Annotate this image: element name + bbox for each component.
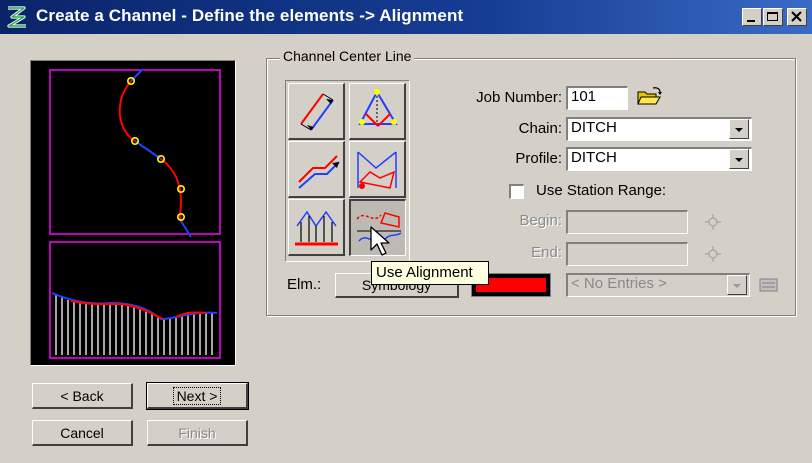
job-number-field[interactable]: 101 (566, 86, 628, 110)
settings-grid-icon[interactable] (758, 276, 780, 294)
back-button[interactable]: < Back (32, 383, 133, 409)
app-logo-icon (7, 6, 26, 28)
end-label: End: (531, 244, 562, 261)
end-target-icon[interactable] (702, 244, 724, 264)
tooltip-use-alignment: Use Alignment (371, 261, 489, 285)
parallel-path-icon (298, 155, 340, 189)
tool-offset-line-button[interactable] (288, 83, 345, 140)
profile-dropdown-arrow[interactable] (729, 149, 749, 169)
entries-dropdown-arrow[interactable] (727, 275, 747, 295)
back-button-label: < Back (60, 388, 104, 404)
use-station-range-checkbox[interactable] (509, 184, 524, 199)
entries-dropdown[interactable]: < No Entries > (566, 273, 750, 297)
tool-parallel-path-button[interactable] (288, 141, 345, 198)
next-button-label: Next > (172, 387, 222, 405)
close-button[interactable] (787, 8, 807, 26)
begin-field[interactable] (566, 210, 688, 234)
chain-dropdown-arrow[interactable] (729, 119, 749, 139)
maximize-icon (767, 12, 778, 21)
chevron-down-icon (735, 128, 743, 132)
open-folder-icon[interactable] (636, 86, 662, 108)
finish-button-label: Finish (178, 425, 216, 441)
cancel-button[interactable]: Cancel (32, 420, 133, 446)
use-station-range-label[interactable]: Use Station Range: (536, 182, 666, 199)
profile-drop-icon (295, 210, 338, 246)
begin-target-icon[interactable] (702, 212, 724, 232)
alignment-preview (30, 60, 236, 366)
job-number-label: Job Number: (476, 89, 562, 106)
minimize-icon (747, 20, 755, 22)
cross-section-icon (357, 151, 397, 189)
profile-dropdown[interactable]: DITCH (566, 147, 752, 171)
window-title: Create a Channel - Define the elements -… (36, 6, 464, 25)
cancel-button-label: Cancel (60, 425, 104, 441)
triangle-points-icon (358, 89, 398, 127)
title-bar[interactable]: Create a Channel - Define the elements -… (0, 0, 812, 34)
maximize-button[interactable] (763, 8, 783, 26)
tool-profile-drop-button[interactable] (288, 199, 345, 256)
chain-label: Chain: (518, 120, 562, 137)
chevron-down-icon (733, 284, 741, 288)
profile-label: Profile: (515, 150, 562, 167)
mouse-cursor-icon (370, 226, 390, 256)
group-legend: Channel Center Line (280, 48, 415, 64)
finish-button[interactable]: Finish (147, 420, 248, 446)
offset-line-icon (300, 93, 334, 131)
minimize-button[interactable] (742, 8, 762, 26)
close-icon (791, 11, 802, 22)
chevron-down-icon (735, 158, 743, 162)
next-button[interactable]: Next > (146, 382, 249, 410)
begin-label: Begin: (519, 212, 562, 229)
elm-label: Elm.: (287, 276, 322, 293)
tool-triangle-button[interactable] (349, 83, 406, 140)
chain-dropdown[interactable]: DITCH (566, 117, 752, 141)
preview-graphic (49, 68, 221, 359)
end-field[interactable] (566, 242, 688, 266)
tool-cross-section-button[interactable] (349, 141, 406, 198)
dialog-window: Create a Channel - Define the elements -… (0, 0, 812, 463)
